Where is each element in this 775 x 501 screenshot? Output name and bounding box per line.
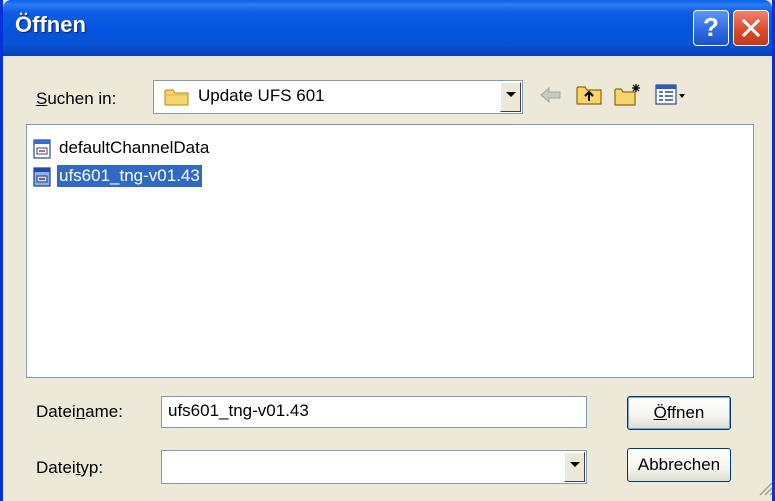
file-icon	[33, 139, 51, 159]
folder-icon	[164, 89, 189, 106]
filetype-label: Dateityp:	[36, 458, 104, 477]
open-button[interactable]: Öffnen	[627, 396, 731, 430]
filename-input[interactable]: ufs601_tng-v01.43	[161, 396, 587, 428]
dialog-title: Öffnen	[15, 12, 86, 37]
filetype-dropdown[interactable]	[161, 450, 587, 484]
file-list[interactable]: defaultChannelData ufs601_tng-v01.43	[26, 124, 754, 378]
back-arrow-icon[interactable]	[538, 82, 564, 108]
cancel-button[interactable]: Abbrechen	[627, 448, 731, 482]
open-dialog: Öffnen ? Suchen in: Update UFS 601 defau…	[0, 0, 775, 501]
lookin-dropdown[interactable]: Update UFS 601	[153, 80, 523, 114]
resize-grip-icon[interactable]	[755, 478, 773, 496]
close-icon	[742, 19, 760, 37]
lookin-dropdown-arrow[interactable]	[500, 82, 521, 112]
close-button[interactable]	[733, 10, 769, 46]
lookin-value: Update UFS 601	[198, 86, 325, 105]
lookin-label: Suchen in:	[36, 89, 117, 108]
file-name: defaultChannelData	[59, 138, 210, 157]
filename-label: Dateiname:	[36, 402, 123, 421]
new-folder-icon[interactable]	[613, 82, 643, 108]
filetype-dropdown-arrow[interactable]	[564, 452, 585, 482]
file-name: ufs601_tng-v01.43	[57, 165, 202, 187]
view-menu-icon[interactable]	[654, 82, 688, 108]
help-button[interactable]: ?	[693, 10, 729, 46]
title-bar[interactable]: Öffnen ?	[3, 0, 772, 56]
up-folder-icon[interactable]	[575, 82, 603, 108]
help-icon: ?	[703, 12, 719, 42]
file-icon	[33, 167, 51, 187]
